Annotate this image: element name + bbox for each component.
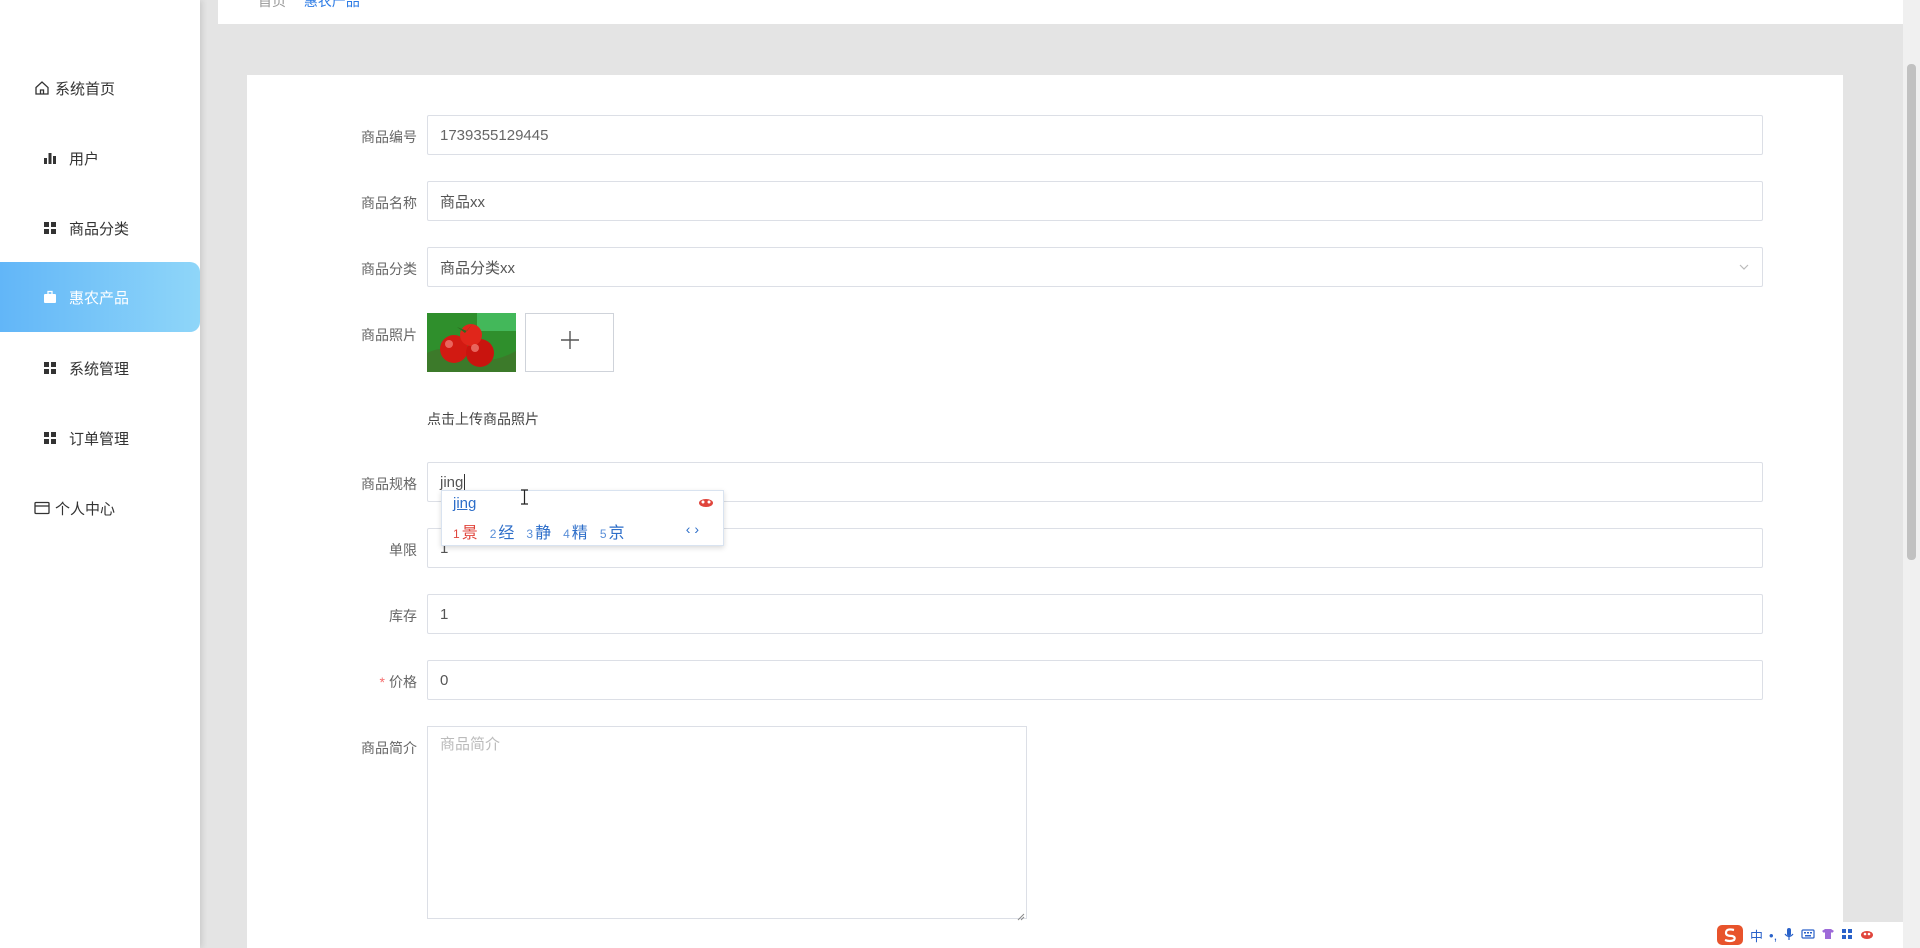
code-label: 商品编号 — [361, 129, 417, 145]
sidebar-item-label: 订单管理 — [69, 430, 130, 448]
ime-mascot-icon[interactable] — [1859, 928, 1875, 943]
ime-candidate[interactable]: 2经 — [490, 519, 515, 543]
category-select[interactable]: 商品分类xx — [427, 247, 1763, 287]
ime-toolbar: 中 •, — [1712, 922, 1903, 948]
grid-icon — [41, 429, 59, 447]
spec-value: jing — [440, 473, 464, 491]
upload-photo-button[interactable] — [525, 313, 614, 372]
apps-grid-icon[interactable] — [1841, 928, 1853, 943]
ime-candidate[interactable]: 1景 — [453, 519, 478, 543]
scrollbar-thumb[interactable] — [1907, 64, 1916, 560]
breadcrumb: 首页 惠农产品 — [258, 0, 360, 11]
spec-label: 商品规格 — [361, 476, 417, 492]
sidebar-item-category[interactable]: 商品分类 — [0, 193, 200, 263]
bar-chart-icon — [41, 149, 59, 167]
intro-textarea[interactable]: 商品简介 — [427, 726, 1027, 921]
stock-label: 库存 — [389, 608, 417, 624]
sogou-logo-icon[interactable] — [1716, 924, 1744, 946]
home-icon — [33, 79, 51, 97]
category-value: 商品分类xx — [440, 259, 516, 277]
grid-icon — [41, 219, 59, 237]
stock-value: 1 — [440, 605, 449, 623]
price-value: 0 — [440, 671, 449, 689]
category-label: 商品分类 — [361, 261, 417, 277]
breadcrumb-home[interactable]: 首页 — [258, 0, 286, 9]
resize-handle-icon[interactable] — [1016, 908, 1025, 921]
form-row-photo: 商品照片 点击上传商品照片 — [247, 313, 1843, 427]
sidebar-item-orders[interactable]: 订单管理 — [0, 403, 200, 473]
ime-candidates: 1景 2经 3静 4精 5京 — [453, 519, 625, 543]
stock-input[interactable]: 1 — [427, 594, 1763, 634]
sidebar-item-label: 商品分类 — [69, 220, 130, 238]
name-value: 商品xx — [440, 193, 486, 211]
ime-skin-icon[interactable] — [697, 495, 715, 507]
vertical-scrollbar[interactable] — [1903, 0, 1920, 948]
chevron-down-icon — [1738, 260, 1750, 272]
plus-icon — [559, 329, 581, 356]
briefcase-icon — [41, 288, 59, 306]
upload-hint: 点击上传商品照片 — [427, 411, 539, 427]
ime-candidate[interactable]: 5京 — [600, 519, 625, 543]
sidebar-item-users[interactable]: 用户 — [0, 123, 200, 193]
grid-icon — [41, 359, 59, 377]
sidebar-item-label: 系统管理 — [69, 360, 130, 378]
intro-placeholder: 商品简介 — [440, 736, 501, 753]
required-mark: * — [379, 674, 385, 690]
price-input[interactable]: 0 — [427, 660, 1763, 700]
card-icon — [33, 499, 51, 517]
sidebar-item-products[interactable]: 惠农产品 — [0, 262, 200, 332]
shirt-skin-icon[interactable] — [1821, 928, 1835, 943]
sidebar: 系统首页 用户 商品分类 惠农产品 系统管理 订单管理 个人中心 — [0, 0, 200, 948]
ime-candidate-window: jing 1景 2经 3静 4精 5京 ‹ › — [441, 490, 724, 546]
sidebar-item-label: 系统首页 — [55, 80, 116, 98]
photo-label: 商品照片 — [361, 327, 417, 343]
intro-label: 商品简介 — [361, 740, 417, 756]
keyboard-icon[interactable] — [1801, 928, 1815, 943]
ime-candidate[interactable]: 4精 — [563, 519, 588, 543]
name-label: 商品名称 — [361, 195, 417, 211]
top-header: 首页 惠农产品 — [218, 0, 1906, 24]
breadcrumb-current: 惠农产品 — [303, 0, 360, 9]
text-cursor-icon — [520, 489, 529, 505]
sidebar-item-profile[interactable]: 个人中心 — [0, 473, 200, 543]
product-photo-thumbnail[interactable] — [427, 313, 516, 372]
ime-pager[interactable]: ‹ › — [686, 521, 699, 537]
name-input[interactable]: 商品xx — [427, 181, 1763, 221]
sidebar-item-home[interactable]: 系统首页 — [0, 53, 200, 123]
limit-label: 单限 — [389, 542, 417, 558]
price-label: * 价格 — [247, 672, 417, 692]
ime-candidate[interactable]: 3静 — [526, 519, 551, 543]
sidebar-item-label: 惠农产品 — [69, 289, 130, 307]
ime-pinyin: jing — [453, 495, 477, 512]
microphone-icon[interactable] — [1783, 927, 1795, 944]
price-label-text: 价格 — [389, 674, 417, 690]
sidebar-item-label: 个人中心 — [55, 500, 116, 518]
sidebar-item-label: 用户 — [69, 150, 100, 168]
code-input[interactable]: 1739355129445 — [427, 115, 1763, 155]
ime-lang-toggle[interactable]: 中 — [1750, 926, 1763, 945]
code-value: 1739355129445 — [440, 126, 549, 144]
form-row-intro: 商品简介 商品简介 — [247, 726, 1843, 921]
sidebar-item-system[interactable]: 系统管理 — [0, 333, 200, 403]
ime-punct-toggle[interactable]: •, — [1769, 928, 1777, 943]
